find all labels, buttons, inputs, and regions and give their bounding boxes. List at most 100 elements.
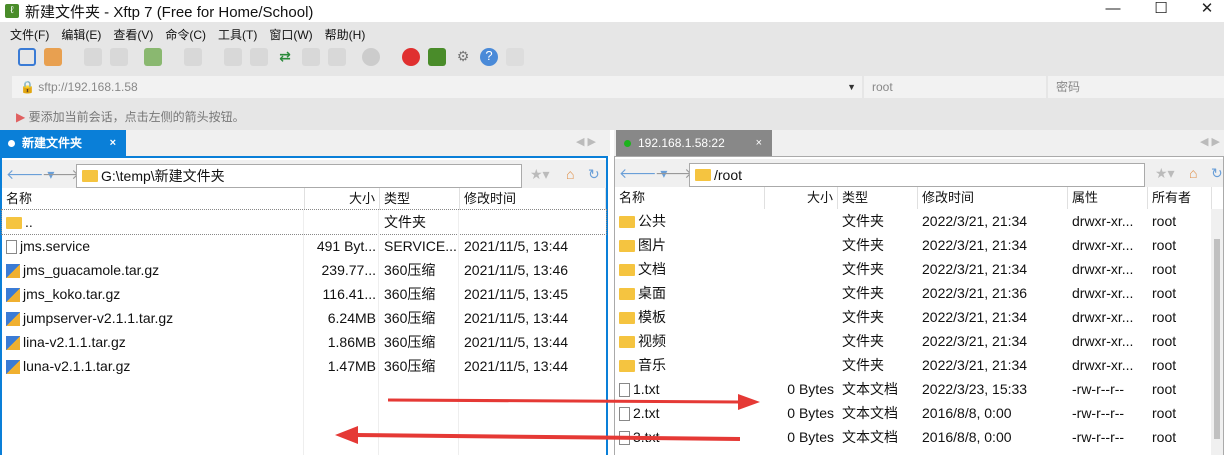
menu-view[interactable]: 查看(V) [113,26,153,43]
cell-type: 文本文档 [838,377,918,401]
password-field[interactable]: 密码 [1048,76,1224,98]
status-icon[interactable] [362,48,380,66]
cell-name: jms.service [2,234,305,258]
tab-local-folder[interactable]: 新建文件夹 × [0,130,126,156]
download-icon[interactable] [250,48,268,66]
cell-mtime: 2022/3/21, 21:34 [918,257,1068,281]
session-settings-icon[interactable] [144,48,162,66]
play-icon[interactable] [184,48,202,66]
file-row[interactable]: lina-v2.1.1.tar.gz 1.86MB 360压缩 2021/11/5, … [2,330,606,354]
col-name[interactable]: 名称 [615,187,765,209]
remote-column-header: 名称 大小 类型 修改时间 属性 所有者 [615,187,1223,209]
mtime-text: 2021/11/5, 13:44 [464,310,569,326]
mtime-text: 2021/11/5, 13:44 [464,358,569,374]
folder-icon [619,216,635,229]
menu-edit[interactable]: 编辑(E) [61,26,101,43]
file-row[interactable]: 2.txt 0 Bytes 文本文档 2016/8/8, 0:00 -rw-r--r--… [615,401,1223,425]
menu-tools[interactable]: 工具(T) [218,26,257,43]
help-icon[interactable]: ? [480,48,498,66]
menu-help[interactable]: 帮助(H) [325,26,366,43]
minimize-button[interactable]: — [1090,0,1136,22]
cell-size: 6.24MB [305,306,380,330]
file-row[interactable]: 桌面 文件夹 2022/3/21, 21:36 drwxr-xr... root [615,281,1223,305]
new-session-icon[interactable] [18,48,36,66]
file-row[interactable]: jms_guacamole.tar.gz 239.77... 360压缩 2021/1… [2,258,606,282]
size-text: 1.86MB [327,334,376,350]
close-tab-icon[interactable]: × [110,130,116,156]
tab-remote-session[interactable]: 192.168.1.58:22 × [616,130,772,156]
username-field[interactable]: root [864,76,1046,98]
col-attr[interactable]: 属性 [1068,187,1148,209]
chevron-down-icon[interactable]: ▼ [847,76,856,98]
cell-owner: root [1148,377,1212,401]
upload-icon[interactable] [224,48,242,66]
cell-owner: root [1148,425,1212,449]
refresh-icon[interactable]: ↻ [1211,165,1223,182]
col-mtime[interactable]: 修改时间 [460,188,606,210]
file-row[interactable]: jms.service 491 Byt... SERVICE... 2021/11/5… [2,234,606,258]
file-row[interactable]: 音乐 文件夹 2022/3/21, 21:34 drwxr-xr... root [615,353,1223,377]
col-size[interactable]: 大小 [765,187,838,209]
type-text: 360压缩 [384,286,436,302]
col-size[interactable]: 大小 [305,188,380,210]
attr-text: drwxr-xr... [1072,357,1134,373]
col-type[interactable]: 类型 [380,188,460,210]
title-bar: ℓ 新建文件夹 - Xftp 7 (Free for Home/School) … [0,0,1224,22]
xftp-icon[interactable] [428,48,446,66]
col-mtime[interactable]: 修改时间 [918,187,1068,209]
file-row[interactable]: luna-v2.1.1.tar.gz 1.47MB 360压缩 2021/11/5, … [2,354,606,378]
maximize-button[interactable]: ☐ [1138,0,1184,22]
remote-path-input[interactable]: /root [689,163,1145,187]
transfer-icon[interactable]: ⇄ [276,48,294,66]
gear-icon[interactable]: ⚙ [454,48,472,66]
cell-mtime: 2022/3/21, 21:34 [918,233,1068,257]
file-row[interactable]: jms_koko.tar.gz 116.41... 360压缩 2021/11/5, … [2,282,606,306]
copy-icon[interactable] [302,48,320,66]
chat-icon[interactable] [506,48,524,66]
file-row[interactable]: 1.txt 0 Bytes 文本文档 2022/3/23, 15:33 -rw-r--r… [615,377,1223,401]
tab-scroll-arrows[interactable]: ◀ ▶ [1200,135,1220,148]
cell-size: 1.47MB [305,354,380,378]
mtime-text: 2021/11/5, 13:44 [464,238,569,254]
connect-icon[interactable] [84,48,102,66]
file-row[interactable]: jumpserver-v2.1.1.tar.gz 6.24MB 360压缩 2021/… [2,306,606,330]
home-icon[interactable]: ⌂ [1189,165,1197,181]
archive-icon [6,264,20,279]
open-folder-icon[interactable] [44,48,62,66]
menu-file[interactable]: 文件(F) [10,26,49,43]
paste-icon[interactable] [328,48,346,66]
col-owner[interactable]: 所有者 [1148,187,1212,209]
menu-command[interactable]: 命令(C) [165,26,206,43]
bookmark-star-icon[interactable]: ★▾ [530,166,550,183]
mtime-text: 2022/3/23, 15:33 [922,381,1028,397]
type-text: 文件夹 [842,261,884,277]
tab-scroll-arrows[interactable]: ◀ ▶ [576,135,596,148]
refresh-icon[interactable]: ↻ [588,166,600,183]
local-path-input[interactable]: G:\temp\新建文件夹 [76,164,522,188]
file-row[interactable]: 文档 文件夹 2022/3/21, 21:34 drwxr-xr... root [615,257,1223,281]
mtime-text: 2021/11/5, 13:45 [464,286,569,302]
bookmark-star-icon[interactable]: ★▾ [1155,165,1175,182]
xshell-icon[interactable] [402,48,420,66]
disconnect-icon[interactable] [110,48,128,66]
file-row[interactable]: 3.txt 0 Bytes 文本文档 2016/8/8, 0:00 -rw-r--r--… [615,425,1223,449]
mtime-text: 2022/3/21, 21:36 [922,285,1028,301]
file-row[interactable]: .. 文件夹 [1,209,607,235]
mtime-text: 2016/8/8, 0:00 [922,405,1012,421]
close-button[interactable]: ✕ [1184,0,1224,22]
col-name[interactable]: 名称 [2,188,305,210]
file-row[interactable]: 公共 文件夹 2022/3/21, 21:34 drwxr-xr... root [615,209,1223,233]
close-tab-icon[interactable]: × [756,130,762,156]
home-icon[interactable]: ⌂ [566,166,574,182]
cell-name: jms_guacamole.tar.gz [2,258,305,282]
col-type[interactable]: 类型 [838,187,918,209]
host-address-field[interactable]: 🔒 sftp://192.168.1.58 ▼ [12,76,862,98]
vertical-scrollbar[interactable] [1211,209,1223,455]
file-row[interactable]: 视频 文件夹 2022/3/21, 21:34 drwxr-xr... root [615,329,1223,353]
menu-window[interactable]: 窗口(W) [269,26,312,43]
attr-text: drwxr-xr... [1072,213,1134,229]
size-text: 6.24MB [327,310,376,326]
file-row[interactable]: 模板 文件夹 2022/3/21, 21:34 drwxr-xr... root [615,305,1223,329]
attr-text: drwxr-xr... [1072,261,1134,277]
file-row[interactable]: 图片 文件夹 2022/3/21, 21:34 drwxr-xr... root [615,233,1223,257]
